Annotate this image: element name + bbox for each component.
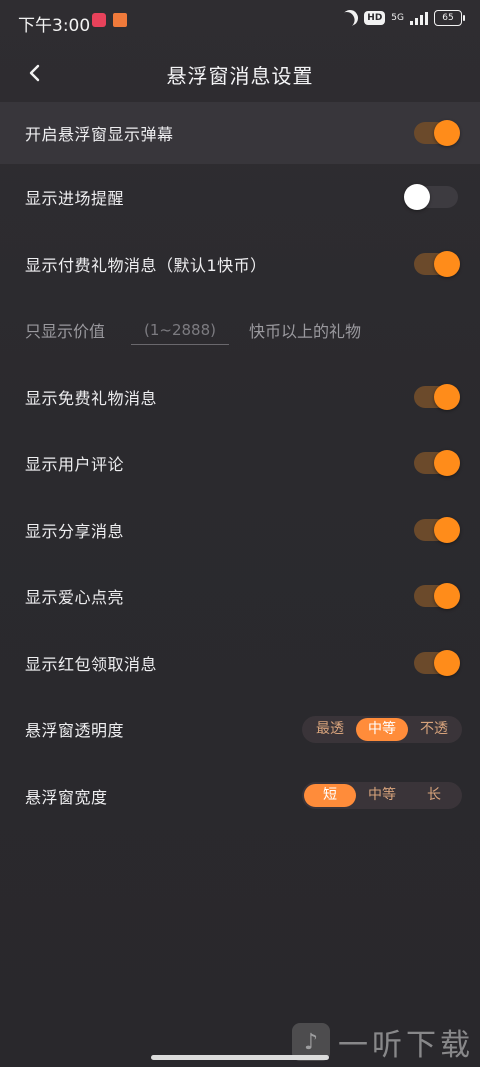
settings-list: 开启悬浮窗显示弹幕 显示进场提醒 显示付费礼物消息（默认1快币） 只显示价值 快… <box>0 102 480 829</box>
free-gift-toggle[interactable] <box>414 383 460 410</box>
setting-row-entry-reminder[interactable]: 显示进场提醒 <box>0 164 480 231</box>
width-option[interactable]: 中等 <box>356 784 408 807</box>
setting-row-width: 悬浮窗宽度 短 中等 长 <box>0 763 480 830</box>
notification-app-icon-2 <box>113 13 127 27</box>
notification-app-icon <box>92 13 106 27</box>
home-indicator[interactable] <box>151 1055 329 1060</box>
setting-row-opacity: 悬浮窗透明度 最透 中等 不透 <box>0 696 480 763</box>
setting-label: 显示进场提醒 <box>25 189 125 209</box>
header: 悬浮窗消息设置 <box>0 44 480 102</box>
toggle-knob <box>434 383 460 410</box>
width-label: 悬浮窗宽度 <box>25 787 108 807</box>
setting-label: 显示免费礼物消息 <box>25 388 158 408</box>
setting-label: 显示红包领取消息 <box>25 654 158 674</box>
red-packet-toggle[interactable] <box>414 649 460 676</box>
price-filter-suffix: 快币以上的礼物 <box>249 322 362 342</box>
heart-toggle[interactable] <box>414 583 460 610</box>
setting-row-share[interactable]: 显示分享消息 <box>0 497 480 564</box>
share-toggle[interactable] <box>414 516 460 543</box>
setting-row-comments[interactable]: 显示用户评论 <box>0 430 480 497</box>
price-filter-prefix: 只显示价值 <box>25 322 106 342</box>
watermark-text: 一听下载 <box>338 1028 474 1063</box>
status-bar: 下午3:00 HD 5G 65 <box>0 0 480 40</box>
network-label: 5G <box>391 12 404 23</box>
setting-label: 显示爱心点亮 <box>25 588 125 608</box>
price-threshold-input[interactable] <box>131 315 229 345</box>
hd-badge: HD <box>364 11 386 25</box>
toggle-knob <box>434 120 460 146</box>
status-time: 下午3:00 <box>18 16 91 36</box>
danmaku-toggle[interactable] <box>414 120 460 146</box>
opacity-label: 悬浮窗透明度 <box>25 721 125 741</box>
opacity-option[interactable]: 不透 <box>408 718 460 741</box>
price-filter-row: 只显示价值 快币以上的礼物 <box>0 297 480 364</box>
setting-row-red-packet[interactable]: 显示红包领取消息 <box>0 630 480 697</box>
setting-row-danmaku[interactable]: 开启悬浮窗显示弹幕 <box>0 102 480 164</box>
opacity-segmented-control: 最透 中等 不透 <box>302 715 462 743</box>
width-option[interactable]: 长 <box>408 784 460 807</box>
screen: 下午3:00 HD 5G 65 悬浮窗消息设置 开启悬浮窗显示弹幕 显示进场提醒 <box>0 0 480 1067</box>
setting-label: 显示用户评论 <box>25 455 125 475</box>
width-segmented-control: 短 中等 长 <box>302 782 462 810</box>
comments-toggle[interactable] <box>414 450 460 477</box>
paid-gift-toggle[interactable] <box>414 250 460 277</box>
page-title: 悬浮窗消息设置 <box>166 64 314 88</box>
status-indicators: HD 5G 65 <box>339 7 465 29</box>
width-option-selected[interactable]: 短 <box>304 784 356 808</box>
toggle-knob <box>434 649 460 676</box>
toggle-knob <box>434 583 460 610</box>
signal-icon <box>410 11 428 25</box>
toggle-knob <box>434 450 460 477</box>
setting-row-paid-gift[interactable]: 显示付费礼物消息（默认1快币） <box>0 231 480 298</box>
toggle-knob <box>434 516 460 543</box>
setting-label: 显示付费礼物消息（默认1快币） <box>25 255 267 275</box>
setting-label: 开启悬浮窗显示弹幕 <box>25 125 174 144</box>
setting-row-free-gift[interactable]: 显示免费礼物消息 <box>0 364 480 431</box>
toggle-knob <box>404 184 430 211</box>
moon-icon <box>339 7 361 29</box>
setting-label: 显示分享消息 <box>25 521 125 541</box>
setting-row-heart[interactable]: 显示爱心点亮 <box>0 563 480 630</box>
opacity-option-selected[interactable]: 中等 <box>356 717 408 741</box>
battery-icon: 65 <box>434 10 465 26</box>
opacity-option[interactable]: 最透 <box>304 718 356 741</box>
toggle-knob <box>434 250 460 277</box>
entry-reminder-toggle[interactable] <box>404 184 458 211</box>
